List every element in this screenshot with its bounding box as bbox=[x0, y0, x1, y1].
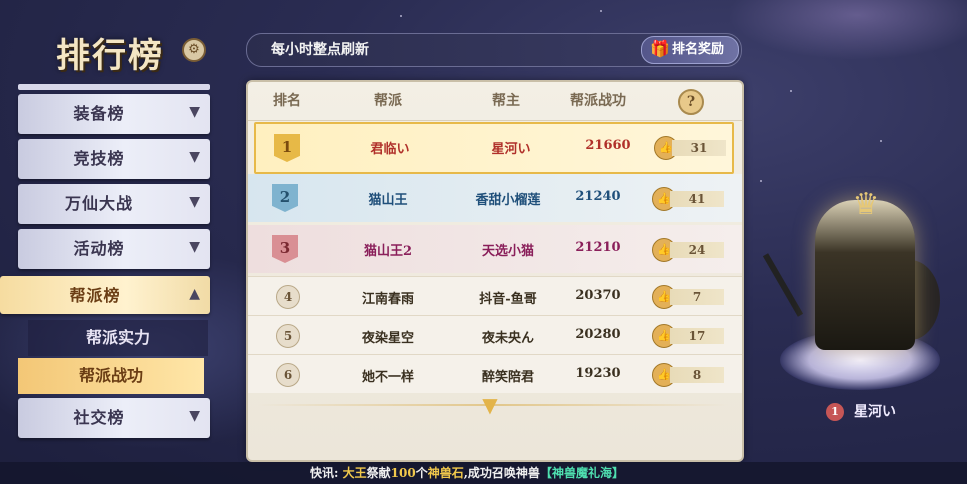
gift-icon: 🎁 bbox=[650, 39, 670, 58]
tab-label: 社交榜 bbox=[73, 408, 125, 427]
ticker-prefix: 快讯: bbox=[310, 466, 339, 480]
guild-name: 猫山王 bbox=[368, 193, 408, 208]
star-decoration bbox=[880, 140, 882, 142]
page-title: 排行榜 bbox=[56, 36, 164, 76]
subtab-guild-strength[interactable]: 帮派实力 bbox=[28, 320, 208, 356]
news-ticker: 快讯: 大王祭献100个神兽石,成功召唤神兽【神兽魔礼海】 bbox=[0, 462, 967, 484]
character-staff bbox=[762, 253, 804, 317]
gear-icon[interactable]: ⚙ bbox=[182, 38, 206, 62]
chevron-up-icon: ▲ bbox=[189, 286, 200, 302]
leader-name: 抖音-鱼哥 bbox=[479, 292, 537, 307]
gold-medal-icon: 1 bbox=[274, 134, 300, 162]
tab-social-rank[interactable]: 社交榜 ▼ bbox=[18, 398, 210, 438]
chevron-down-icon: ▼ bbox=[189, 149, 200, 165]
leader-name: 星河い bbox=[491, 142, 531, 157]
like-count: 8 bbox=[670, 367, 724, 383]
ticker-unit: 个 bbox=[415, 466, 428, 480]
rank-reward-button[interactable]: 🎁 排名奖励 bbox=[641, 36, 739, 64]
table-row[interactable]: 4 江南春雨 抖音-鱼哥 20370 👍 7 bbox=[248, 276, 742, 315]
header-guild: 帮派 bbox=[374, 93, 402, 109]
header-rank: 排名 bbox=[273, 93, 301, 109]
merit-value: 21240 bbox=[575, 189, 621, 204]
scroll-down-icon[interactable]: ▼ bbox=[476, 395, 504, 415]
tab-label: 活动榜 bbox=[73, 239, 125, 258]
star-decoration bbox=[400, 15, 402, 17]
leader-name: 醉笑陪君 bbox=[481, 370, 534, 385]
character-model[interactable] bbox=[815, 200, 915, 350]
merit-value: 20370 bbox=[575, 288, 621, 303]
like-widget[interactable]: 👍 24 bbox=[652, 238, 724, 262]
like-widget[interactable]: 👍 8 bbox=[652, 363, 724, 387]
bronze-medal-icon: 3 bbox=[272, 235, 298, 263]
tab-label: 万仙大战 bbox=[64, 194, 133, 213]
like-count: 24 bbox=[670, 242, 724, 258]
like-count: 31 bbox=[672, 140, 726, 156]
guild-name: 君临い bbox=[370, 142, 410, 157]
star-decoration bbox=[600, 10, 602, 12]
guild-name: 猫山王2 bbox=[363, 244, 413, 259]
silver-medal-icon: 2 bbox=[272, 184, 298, 212]
star-decoration bbox=[790, 90, 792, 92]
table-row[interactable]: 1 君临い 星河い 21660 👍 31 bbox=[254, 122, 734, 174]
leader-name: 天选小猫 bbox=[481, 244, 534, 259]
chevron-down-icon: ▼ bbox=[189, 239, 200, 255]
table-header: 排名 帮派 帮主 帮派战功 ? bbox=[248, 82, 742, 121]
tab-arena-rank[interactable]: 竞技榜 ▼ bbox=[18, 139, 210, 179]
tab-label: 帮派榜 bbox=[69, 286, 121, 305]
ticker-beast: 【神兽魔礼海】 bbox=[539, 466, 624, 480]
chevron-down-icon: ▼ bbox=[189, 194, 200, 210]
ticker-message: 快讯: 大王祭献100个神兽石,成功召唤神兽【神兽魔礼海】 bbox=[310, 462, 624, 484]
guild-name: 江南春雨 bbox=[361, 292, 414, 307]
like-widget[interactable]: 👍 7 bbox=[652, 285, 724, 309]
table-row[interactable]: 5 夜染星空 夜未央ん 20280 👍 17 bbox=[248, 315, 742, 354]
ticker-count: 100 bbox=[390, 466, 416, 480]
ticker-verb: 祭献 bbox=[366, 466, 391, 480]
rank-number: 4 bbox=[276, 285, 300, 309]
rank-number: 6 bbox=[276, 363, 300, 387]
rank-reward-label: 排名奖励 bbox=[672, 42, 725, 57]
crown-icon: ♛ bbox=[852, 187, 880, 222]
star-decoration bbox=[760, 180, 762, 182]
chevron-down-icon: ▼ bbox=[189, 104, 200, 120]
like-widget[interactable]: 👍 31 bbox=[654, 136, 726, 160]
header-leader: 帮主 bbox=[492, 93, 520, 109]
like-count: 17 bbox=[670, 328, 724, 344]
like-count: 7 bbox=[670, 289, 724, 305]
table-row[interactable]: 6 她不一样 醉笑陪君 19230 👍 8 bbox=[248, 354, 742, 393]
merit-value: 19230 bbox=[575, 366, 621, 381]
ranking-panel: 排名 帮派 帮主 帮派战功 ? 1 君临い 星河い 21660 👍 31 2 猫… bbox=[246, 80, 744, 462]
leader-name: 夜未央ん bbox=[481, 331, 534, 346]
chevron-down-icon: ▼ bbox=[189, 408, 200, 424]
sidebar-scroll-edge bbox=[18, 84, 210, 90]
ticker-item: 神兽石 bbox=[427, 466, 464, 480]
top-leader-name: 星河い bbox=[854, 404, 896, 420]
subtab-guild-merit[interactable]: 帮派战功 bbox=[18, 358, 204, 394]
table-row[interactable]: 3 猫山王2 天选小猫 21210 👍 24 bbox=[248, 225, 742, 273]
ticker-actor: 大王 bbox=[342, 466, 367, 480]
tab-event-rank[interactable]: 活动榜 ▼ bbox=[18, 229, 210, 269]
leader-name: 香甜小榴莲 bbox=[475, 193, 541, 208]
merit-value: 21660 bbox=[585, 138, 631, 153]
tab-label: 装备榜 bbox=[73, 104, 125, 123]
guild-name: 她不一样 bbox=[361, 370, 414, 385]
guild-name: 夜染星空 bbox=[361, 331, 414, 346]
refresh-bar: 每小时整点刷新 🎁 排名奖励 bbox=[246, 33, 742, 67]
tab-immortal-war[interactable]: 万仙大战 ▼ bbox=[18, 184, 210, 224]
table-row[interactable]: 2 猫山王 香甜小榴莲 21240 👍 41 bbox=[248, 174, 742, 222]
rank-badge: 1 bbox=[826, 403, 844, 421]
like-count: 41 bbox=[670, 191, 724, 207]
refresh-notice: 每小时整点刷新 bbox=[271, 42, 369, 58]
header-merit: 帮派战功 bbox=[570, 93, 626, 109]
merit-value: 21210 bbox=[575, 240, 621, 255]
tab-label: 竞技榜 bbox=[73, 149, 125, 168]
help-icon[interactable]: ? bbox=[678, 89, 704, 115]
cloud-decoration bbox=[727, 0, 967, 60]
ticker-verb2: ,成功召唤神兽 bbox=[463, 466, 540, 480]
like-widget[interactable]: 👍 41 bbox=[652, 187, 724, 211]
tab-equipment-rank[interactable]: 装备榜 ▼ bbox=[18, 94, 210, 134]
rank-number: 5 bbox=[276, 324, 300, 348]
merit-value: 20280 bbox=[575, 327, 621, 342]
like-widget[interactable]: 👍 17 bbox=[652, 324, 724, 348]
tab-guild-rank[interactable]: 帮派榜 ▲ bbox=[0, 276, 210, 314]
